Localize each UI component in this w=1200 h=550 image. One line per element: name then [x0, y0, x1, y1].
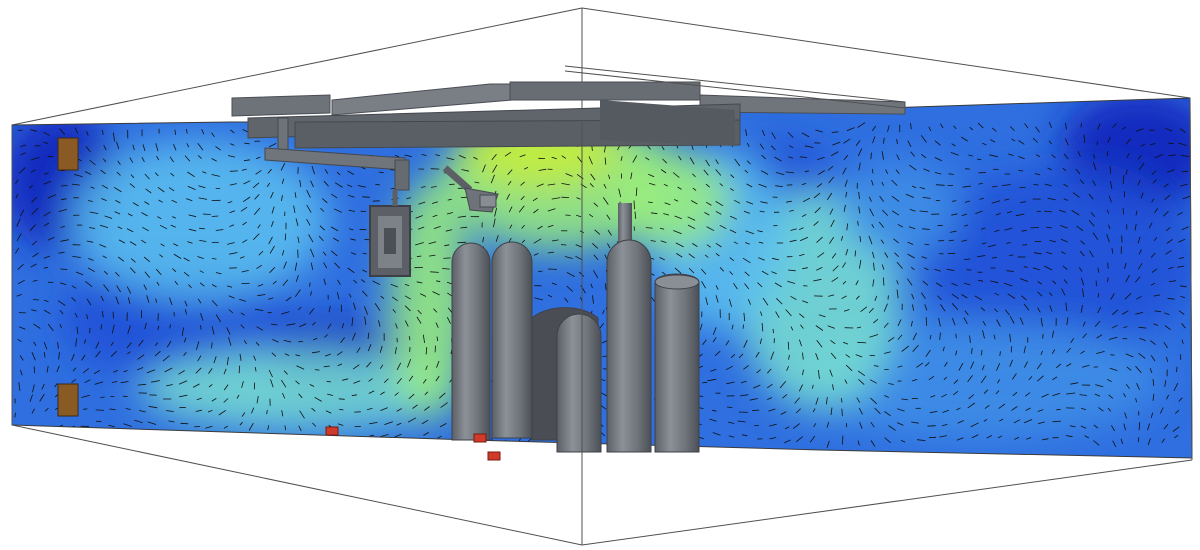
- velocity-vector: [443, 257, 451, 259]
- velocity-vector: [310, 435, 318, 443]
- contour-blob: [840, 160, 960, 260]
- velocity-vector: [193, 440, 203, 442]
- velocity-vector: [29, 436, 34, 443]
- velocity-vector: [96, 435, 103, 438]
- velocity-vector: [1056, 408, 1061, 411]
- velocity-vector: [265, 438, 269, 448]
- velocity-vector: [295, 438, 299, 445]
- velocity-vector: [772, 328, 774, 334]
- velocity-vector: [112, 434, 119, 437]
- wall-marker-top: [57, 137, 79, 171]
- velocity-vector: [1107, 262, 1109, 269]
- velocity-vector: [47, 155, 54, 158]
- velocity-vector: [955, 333, 957, 339]
- cfd-viewport: [0, 0, 1200, 550]
- velocity-vector: [284, 233, 287, 241]
- velocity-vector: [135, 434, 144, 438]
- velocity-vector: [1122, 207, 1124, 215]
- contour-blob: [70, 140, 330, 300]
- velocity-vector: [211, 215, 219, 217]
- velocity-vector: [151, 436, 159, 440]
- velocity-vector: [38, 435, 45, 441]
- velocity-vector: [60, 185, 68, 187]
- velocity-vector: [338, 398, 345, 400]
- velocity-vector: [254, 436, 258, 441]
- velocity-vector: [1137, 437, 1140, 443]
- velocity-vector: [340, 435, 346, 439]
- velocity-vector: [125, 433, 131, 436]
- velocity-vector: [194, 426, 201, 428]
- velocity-vector: [633, 200, 635, 210]
- velocity-vector: [208, 439, 217, 444]
- velocity-vector: [285, 438, 288, 446]
- velocity-vector: [605, 283, 607, 291]
- velocity-vector: [219, 439, 228, 445]
- velocity-vector: [927, 425, 936, 427]
- velocity-vector: [95, 409, 104, 411]
- velocity-vector: [165, 434, 173, 437]
- velocity-vector: [314, 369, 320, 371]
- velocity-vector: [1107, 277, 1109, 283]
- velocity-vector: [180, 422, 189, 425]
- velocity-vector: [309, 282, 311, 287]
- velocity-vector: [202, 213, 211, 215]
- velocity-vector: [13, 435, 17, 445]
- velocity-vector: [963, 258, 971, 260]
- velocity-vector: [239, 435, 245, 441]
- velocity-vector: [323, 437, 329, 442]
- wall-marker-bottom: [57, 383, 79, 417]
- scene-canvas: [11, 7, 1193, 546]
- velocity-vector: [32, 299, 39, 301]
- velocity-vector: [645, 227, 653, 229]
- velocity-vector: [181, 437, 189, 439]
- velocity-vector: [362, 196, 370, 198]
- velocity-vector: [51, 440, 59, 445]
